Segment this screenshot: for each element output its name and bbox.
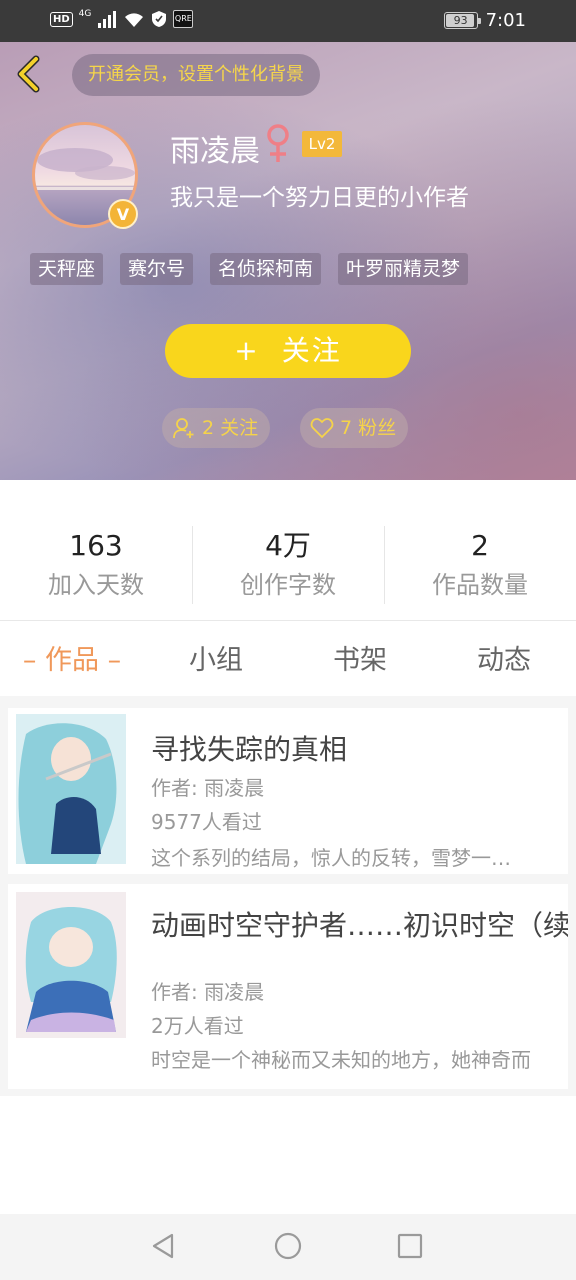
work-description: 这个系列的结局，惊人的反转，雪梦一…	[151, 846, 511, 870]
stat-words: 4万 创作字数	[192, 524, 384, 606]
stat-value: 4万	[265, 529, 311, 562]
work-cover-image	[16, 892, 126, 1038]
fans-count-label: 7 粉丝	[340, 417, 397, 439]
plus-icon: +	[234, 334, 260, 367]
user-bio: 我只是一个努力日更的小作者	[170, 185, 469, 211]
female-icon	[267, 124, 289, 162]
stats-row: 163 加入天数 4万 创作字数 2 作品数量	[0, 524, 576, 606]
work-title: 寻找失踪的真相	[151, 733, 348, 766]
status-icons: HD 4G QRE	[50, 9, 194, 28]
battery-icon: 93	[443, 12, 481, 29]
tab-bar: – 作品 – 小组 书架 动态	[0, 632, 576, 690]
tab-works[interactable]: – 作品 –	[0, 632, 144, 690]
work-author: 作者: 雨凌晨	[151, 776, 265, 800]
tab-activity[interactable]: 动态	[432, 632, 576, 690]
home-circle-icon[interactable]	[272, 1230, 304, 1262]
tab-bookshelf[interactable]: 书架	[288, 632, 432, 690]
divider	[0, 620, 576, 621]
tag-item[interactable]: 叶罗丽精灵梦	[338, 253, 469, 285]
stat-days: 163 加入天数	[0, 524, 192, 606]
tag-item[interactable]: 天秤座	[30, 253, 104, 285]
following-count-button[interactable]: 2 关注	[162, 408, 271, 448]
app-notification-icon: QRE	[173, 10, 194, 28]
tag-item[interactable]: 赛尔号	[120, 253, 194, 285]
stat-value: 2	[471, 529, 489, 562]
stat-label: 加入天数	[48, 571, 144, 599]
follow-button[interactable]: + 关注	[165, 324, 411, 378]
user-add-icon	[173, 418, 194, 439]
tag-list: 天秤座 赛尔号 名侦探柯南 叶罗丽精灵梦	[30, 253, 469, 285]
work-author: 作者: 雨凌晨	[151, 980, 265, 1004]
network-type-label: 4G	[78, 9, 92, 19]
wifi-icon	[125, 13, 144, 27]
battery-level: 93	[453, 14, 468, 27]
shield-icon	[152, 11, 167, 27]
work-card[interactable]: 寻找失踪的真相 作者: 雨凌晨 9577人看过 这个系列的结局，惊人的反转，雪梦…	[8, 708, 568, 874]
work-views: 9577人看过	[151, 810, 262, 834]
heart-icon	[310, 418, 334, 439]
status-right: 93 7:01	[443, 10, 526, 31]
work-cover-image	[16, 714, 126, 864]
back-button[interactable]	[12, 54, 48, 94]
hd-icon: HD	[50, 11, 73, 27]
stat-label: 创作字数	[240, 571, 336, 599]
following-count-label: 2 关注	[202, 417, 259, 439]
work-views: 2万人看过	[151, 1014, 244, 1038]
tag-item[interactable]: 名侦探柯南	[210, 253, 322, 285]
work-title: 动画时空守护者……初识时空（续	[151, 909, 568, 942]
signal-icon	[98, 11, 117, 28]
works-list: 寻找失踪的真相 作者: 雨凌晨 9577人看过 这个系列的结局，惊人的反转，雪梦…	[0, 696, 576, 1096]
work-description: 时空是一个神秘而又未知的地方，她神奇而	[151, 1048, 531, 1072]
recent-square-icon[interactable]	[394, 1230, 426, 1262]
follow-button-label: 关注	[281, 334, 342, 367]
system-nav-bar	[0, 1214, 576, 1280]
verified-badge-icon: V	[108, 199, 138, 229]
stat-works: 2 作品数量	[384, 524, 576, 606]
stat-label: 作品数量	[432, 571, 528, 599]
profile-header: 开通会员，设置个性化背景 V 雨凌晨 Lv2 我只是一个努力日更的小作者 天秤座…	[0, 42, 576, 480]
fans-count-button[interactable]: 7 粉丝	[300, 408, 409, 448]
stat-value: 163	[69, 529, 123, 562]
level-badge: Lv2	[302, 131, 342, 157]
clock: 7:01	[485, 10, 526, 31]
status-bar: HD 4G QRE 93 7:01	[0, 0, 576, 42]
vip-background-banner[interactable]: 开通会员，设置个性化背景	[72, 54, 320, 96]
user-name: 雨凌晨	[170, 134, 260, 169]
tab-groups[interactable]: 小组	[144, 632, 288, 690]
work-card[interactable]: 动画时空守护者……初识时空（续 作者: 雨凌晨 2万人看过 时空是一个神秘而又未…	[8, 884, 568, 1089]
back-triangle-icon[interactable]	[148, 1230, 180, 1262]
